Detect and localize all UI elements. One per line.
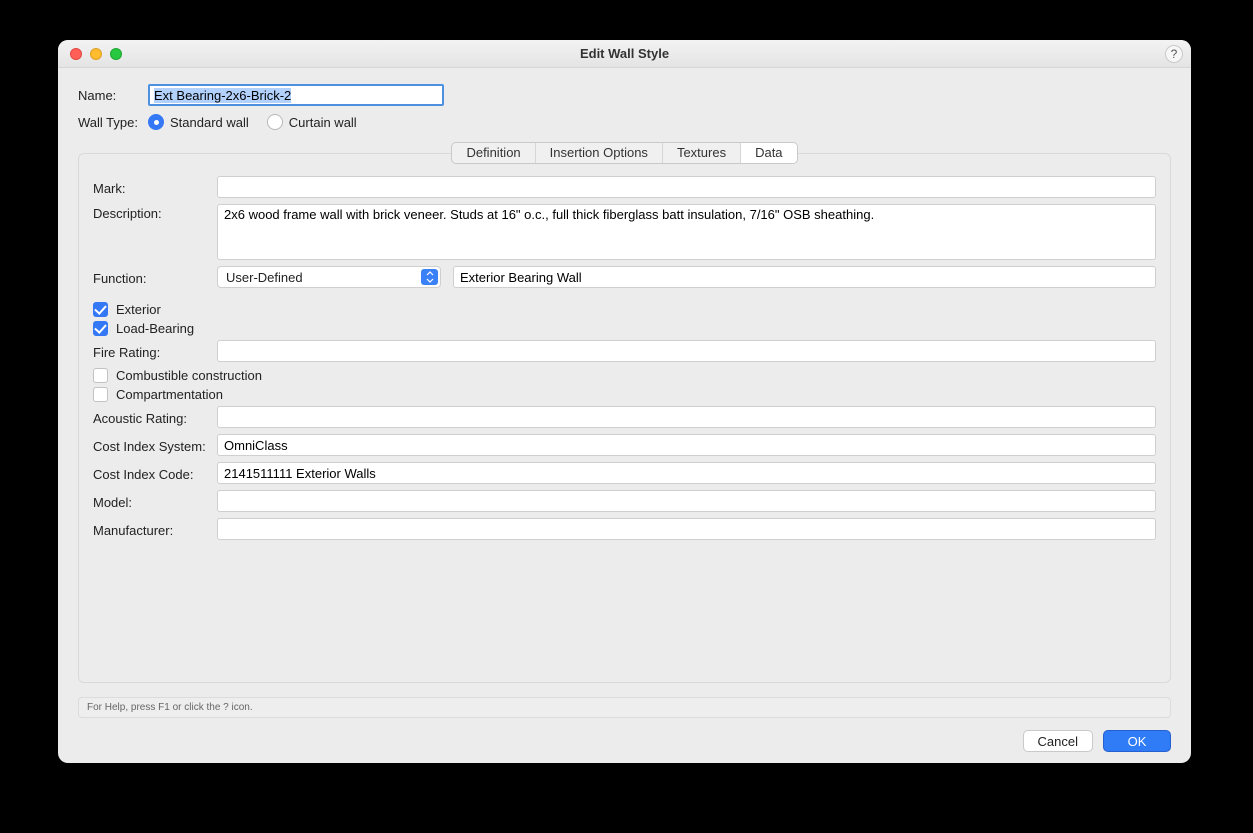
function-select-value: User-Defined [226,270,303,285]
checkbox-compartmentation[interactable] [93,387,108,402]
name-input[interactable] [148,84,444,106]
description-label: Description: [93,204,217,221]
titlebar: Edit Wall Style ? [58,40,1191,68]
wall-type-label: Wall Type: [78,115,148,130]
exterior-label: Exterior [116,302,161,317]
tab-data[interactable]: Data [741,143,796,163]
checkbox-exterior[interactable] [93,302,108,317]
function-text-input[interactable] [453,266,1156,288]
radio-curtain-label: Curtain wall [289,115,357,130]
fire-rating-label: Fire Rating: [93,343,217,360]
radio-curtain-wall[interactable]: Curtain wall [267,114,357,130]
acoustic-input[interactable] [217,406,1156,428]
data-panel: Mark: Description: Function: User-Define… [78,153,1171,683]
acoustic-label: Acoustic Rating: [93,409,217,426]
tab-bar: Definition Insertion Options Textures Da… [58,142,1191,164]
combustible-label: Combustible construction [116,368,262,383]
dialog-footer: Cancel OK [58,718,1191,752]
mark-label: Mark: [93,179,217,196]
tab-definition[interactable]: Definition [452,143,535,163]
manufacturer-label: Manufacturer: [93,521,217,538]
model-input[interactable] [217,490,1156,512]
manufacturer-input[interactable] [217,518,1156,540]
cost-code-input[interactable] [217,462,1156,484]
compartmentation-label: Compartmentation [116,387,223,402]
name-label: Name: [78,88,148,103]
function-select[interactable]: User-Defined [217,266,441,288]
header-form: Name: Wall Type: Standard wall Curtain w… [58,68,1191,142]
help-button[interactable]: ? [1165,45,1183,63]
radio-dot-checked-icon [148,114,164,130]
model-label: Model: [93,493,217,510]
cost-system-label: Cost Index System: [93,437,217,454]
dialog-title: Edit Wall Style [58,46,1191,61]
load-bearing-label: Load-Bearing [116,321,194,336]
cost-code-label: Cost Index Code: [93,465,217,482]
chevron-updown-icon [421,269,438,285]
checkbox-load-bearing[interactable] [93,321,108,336]
dialog-window: Edit Wall Style ? Name: Wall Type: Stand… [58,40,1191,763]
mark-input[interactable] [217,176,1156,198]
radio-standard-wall[interactable]: Standard wall [148,114,249,130]
cancel-button[interactable]: Cancel [1023,730,1093,752]
checkbox-combustible[interactable] [93,368,108,383]
ok-button[interactable]: OK [1103,730,1171,752]
tab-textures[interactable]: Textures [663,143,741,163]
description-input[interactable] [217,204,1156,260]
status-bar: For Help, press F1 or click the ? icon. [78,697,1171,718]
radio-standard-label: Standard wall [170,115,249,130]
function-label: Function: [93,269,217,286]
tab-insertion-options[interactable]: Insertion Options [536,143,663,163]
cost-system-input[interactable] [217,434,1156,456]
radio-dot-icon [267,114,283,130]
fire-rating-input[interactable] [217,340,1156,362]
